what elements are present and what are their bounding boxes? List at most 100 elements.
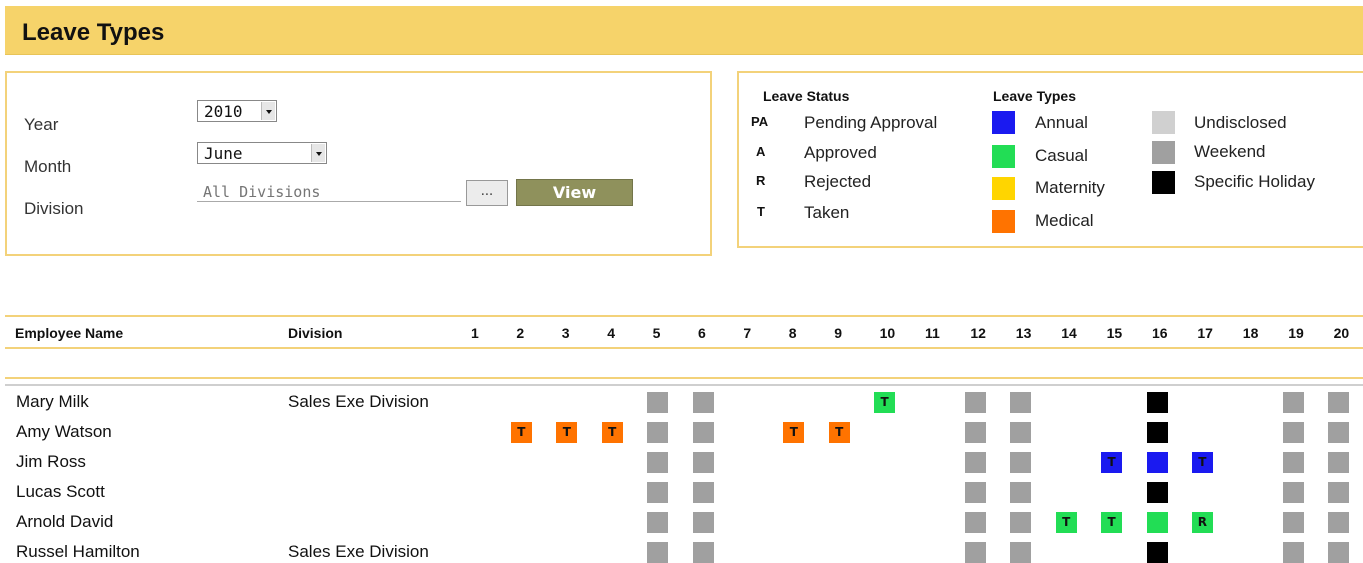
weekend-cell[interactable] xyxy=(692,511,714,533)
weekend-cell[interactable] xyxy=(1010,421,1032,443)
weekend-cell[interactable] xyxy=(1282,421,1304,443)
weekend-cell[interactable] xyxy=(964,451,986,473)
employee-name[interactable]: Amy Watson xyxy=(16,422,112,442)
weekend-cell[interactable] xyxy=(1282,541,1304,563)
legend-other-label: Weekend xyxy=(1194,142,1266,161)
employee-name[interactable]: Mary Milk xyxy=(16,392,89,412)
annual-swatch xyxy=(992,111,1015,134)
legend-status-code: PA xyxy=(751,114,769,129)
leave-cell[interactable]: T xyxy=(1101,511,1123,533)
weekend-cell[interactable] xyxy=(1010,541,1032,563)
year-value: 2010 xyxy=(204,102,243,121)
weekend-swatch xyxy=(1152,141,1175,164)
leave-cell[interactable]: R xyxy=(1191,511,1213,533)
weekend-cell[interactable] xyxy=(1010,451,1032,473)
weekend-cell[interactable] xyxy=(1328,481,1350,503)
weekend-cell[interactable] xyxy=(964,391,986,413)
weekend-cell[interactable] xyxy=(964,481,986,503)
employee-division: Sales Exe Division xyxy=(288,542,429,561)
day-column-header: 2 xyxy=(516,325,525,341)
weekend-cell[interactable] xyxy=(964,511,986,533)
leave-cell[interactable]: T xyxy=(1055,511,1077,533)
leave-cell[interactable]: T xyxy=(1191,451,1213,473)
weekend-cell[interactable] xyxy=(1282,451,1304,473)
legend-status-label: Rejected xyxy=(804,172,872,191)
division-input[interactable] xyxy=(197,180,461,202)
legend-status-code: T xyxy=(757,204,765,219)
day-column-header: 13 xyxy=(1015,325,1032,341)
legend-type-label: Annual xyxy=(1035,113,1088,132)
filter-panel: Year 2010 Month June Division ... View xyxy=(5,71,712,256)
holiday-cell[interactable] xyxy=(1146,541,1168,563)
weekend-cell[interactable] xyxy=(1328,541,1350,563)
legend-panel: Leave Status PA Pending Approval A Appro… xyxy=(737,71,1363,248)
weekend-cell[interactable] xyxy=(692,421,714,443)
leave-cell[interactable]: T xyxy=(601,421,623,443)
leave-status-heading: Leave Status xyxy=(763,88,850,104)
day-column-header: 9 xyxy=(834,325,842,341)
view-button[interactable]: View xyxy=(516,179,633,206)
employee-division: Sales Exe Division xyxy=(288,392,429,411)
leave-cell[interactable] xyxy=(1146,451,1168,473)
weekend-cell[interactable] xyxy=(964,421,986,443)
leave-cell[interactable]: T xyxy=(783,421,805,443)
employee-name[interactable]: Jim Ross xyxy=(16,452,86,472)
weekend-cell[interactable] xyxy=(1328,391,1350,413)
column-header-division: Division xyxy=(288,325,343,341)
weekend-cell[interactable] xyxy=(647,451,669,473)
day-column-header: 18 xyxy=(1242,325,1259,341)
employee-name[interactable]: Lucas Scott xyxy=(16,482,105,502)
legend-status-label: Approved xyxy=(804,143,877,162)
month-value: June xyxy=(204,144,243,163)
weekend-cell[interactable] xyxy=(692,391,714,413)
weekend-cell[interactable] xyxy=(1328,451,1350,473)
weekend-cell[interactable] xyxy=(647,511,669,533)
legend-type-label: Casual xyxy=(1035,146,1088,165)
year-dropdown-arrow-icon[interactable] xyxy=(261,102,275,120)
calendar-grid-header: Employee Name Division 1 2 3 4 5 6 7 8 9 10 11 12 13… xyxy=(5,315,1363,349)
weekend-cell[interactable] xyxy=(647,421,669,443)
year-select[interactable]: 2010 xyxy=(197,100,277,122)
leave-cell[interactable] xyxy=(1146,511,1168,533)
day-column-header: 17 xyxy=(1197,325,1213,341)
day-column-header: 10 xyxy=(879,325,896,341)
weekend-cell[interactable] xyxy=(647,391,669,413)
holiday-cell[interactable] xyxy=(1146,481,1168,503)
weekend-cell[interactable] xyxy=(1010,511,1032,533)
year-label: Year xyxy=(24,115,59,134)
day-column-header: 1 xyxy=(471,325,479,341)
weekend-cell[interactable] xyxy=(964,541,986,563)
weekend-cell[interactable] xyxy=(692,541,714,563)
weekend-cell[interactable] xyxy=(1010,481,1032,503)
employee-name[interactable]: Russel Hamilton xyxy=(16,542,140,562)
weekend-cell[interactable] xyxy=(1282,481,1304,503)
weekend-cell[interactable] xyxy=(692,451,714,473)
weekend-cell[interactable] xyxy=(647,481,669,503)
weekend-cell[interactable] xyxy=(1282,391,1304,413)
month-select[interactable]: June xyxy=(197,142,327,164)
weekend-cell[interactable] xyxy=(647,541,669,563)
leave-cell[interactable]: T xyxy=(828,421,850,443)
holiday-cell[interactable] xyxy=(1146,421,1168,443)
legend-type-label: Maternity xyxy=(1035,178,1105,197)
leave-cell[interactable]: T xyxy=(1101,451,1123,473)
division-browse-button[interactable]: ... xyxy=(466,180,508,206)
weekend-cell[interactable] xyxy=(1328,511,1350,533)
leave-cell[interactable]: T xyxy=(556,421,578,443)
division-label: Division xyxy=(24,199,84,218)
weekend-cell[interactable] xyxy=(1282,511,1304,533)
page-header: Leave Types xyxy=(5,6,1363,55)
month-dropdown-arrow-icon[interactable] xyxy=(311,144,325,162)
leave-cell[interactable]: T xyxy=(510,421,532,443)
column-header-employee: Employee Name xyxy=(15,325,124,341)
weekend-cell[interactable] xyxy=(1328,421,1350,443)
leave-cell[interactable]: T xyxy=(874,391,896,413)
weekend-cell[interactable] xyxy=(1010,391,1032,413)
day-column-header: 3 xyxy=(561,325,570,341)
employee-name[interactable]: Arnold David xyxy=(16,512,113,532)
legend-status-code: R xyxy=(756,173,766,188)
casual-swatch xyxy=(992,145,1015,168)
holiday-cell[interactable] xyxy=(1146,391,1168,413)
legend-status-label: Pending Approval xyxy=(804,113,938,132)
weekend-cell[interactable] xyxy=(692,481,714,503)
